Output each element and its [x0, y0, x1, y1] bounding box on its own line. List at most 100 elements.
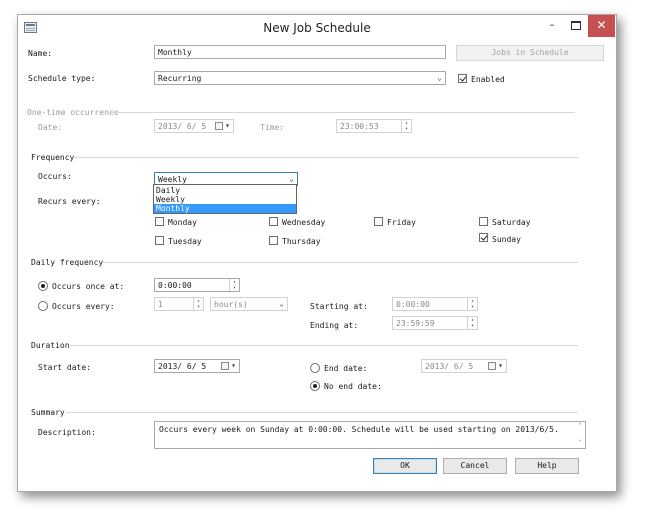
- ending-at-value: 23:59:59: [396, 319, 435, 328]
- one-time-time-label: Time:: [260, 123, 285, 132]
- chevron-down-icon: ▾: [225, 121, 230, 130]
- frequency-divider: [74, 157, 578, 158]
- description-textarea[interactable]: Occurs every week on Sunday at 0:00:00. …: [154, 421, 586, 449]
- minimize-button[interactable]: –: [539, 15, 565, 37]
- schedule-type-label: Schedule type:: [28, 74, 96, 83]
- duration-divider: [70, 345, 578, 346]
- end-date-value: 2013/ 6/ 5: [425, 362, 474, 371]
- occurs-dropdown-list: Daily Weekly Monthly: [153, 184, 297, 214]
- one-time-divider: [109, 112, 575, 113]
- tuesday-checkbox[interactable]: [155, 236, 164, 245]
- ending-at-input[interactable]: 23:59:59 ▴ ▾: [392, 316, 478, 330]
- jobs-in-schedule-button[interactable]: Jobs in Schedule: [456, 45, 604, 61]
- enabled-label: Enabled: [471, 75, 505, 84]
- spinner-icon: ▴ ▾: [193, 298, 203, 310]
- calendar-icon: [215, 122, 223, 130]
- name-input[interactable]: Monthly: [154, 45, 446, 59]
- occurs-every-interval-input[interactable]: 1 ▴ ▾: [154, 297, 204, 311]
- chevron-down-icon: ⌄: [279, 299, 284, 308]
- ok-button[interactable]: OK: [373, 458, 437, 474]
- schedule-type-value: Recurring: [158, 74, 202, 83]
- monday-checkbox[interactable]: [155, 217, 164, 226]
- one-time-date-label: Date:: [38, 123, 63, 132]
- one-time-time-value: 23:00:53: [340, 122, 379, 131]
- title-bar: New Job Schedule – ✕: [18, 15, 616, 43]
- minimize-icon: –: [549, 18, 555, 31]
- name-label: Name:: [28, 49, 53, 58]
- occurs-every-label: Occurs every:: [52, 302, 115, 311]
- no-end-date-label: No end date:: [324, 382, 382, 391]
- daily-frequency-header: Daily frequency: [31, 258, 104, 267]
- start-date-label: Start date:: [38, 363, 91, 372]
- chevron-down-icon: ⌄: [289, 174, 294, 183]
- occurs-every-unit-value: hour(s): [214, 300, 248, 309]
- recurs-every-label: Recurs every:: [38, 197, 101, 206]
- calendar-icon: [488, 362, 496, 370]
- calendar-icon: [221, 362, 229, 370]
- description-text: Occurs every week on Sunday at 0:00:00. …: [159, 425, 559, 434]
- description-label: Description:: [38, 428, 96, 437]
- friday-checkbox[interactable]: [374, 217, 383, 226]
- thursday-checkbox[interactable]: [269, 236, 278, 245]
- schedule-type-select[interactable]: Recurring ⌄: [154, 71, 446, 85]
- end-date-label: End date:: [324, 364, 368, 373]
- occurs-once-time-input[interactable]: 0:00:00 ▴ ▾: [154, 278, 240, 292]
- spinner-icon: ▴ ▾: [229, 279, 239, 291]
- thursday-label: Thursday: [282, 237, 321, 246]
- starting-at-label: Starting at:: [310, 302, 368, 311]
- summary-header: Summary: [31, 408, 65, 417]
- sunday-label: Sunday: [492, 235, 521, 244]
- summary-divider: [66, 412, 578, 413]
- occurs-value: Weekly: [158, 175, 187, 184]
- cancel-button[interactable]: Cancel: [443, 458, 507, 474]
- one-time-occurrence-header: One-time occurrence: [27, 108, 119, 117]
- wednesday-checkbox[interactable]: [269, 217, 278, 226]
- starting-at-value: 0:00:00: [396, 300, 430, 309]
- saturday-label: Saturday: [492, 218, 531, 227]
- occurs-every-interval-value: 1: [158, 300, 163, 309]
- chevron-down-icon: ▾: [231, 361, 236, 370]
- friday-label: Friday: [387, 218, 416, 227]
- monday-label: Monday: [168, 218, 197, 227]
- occurs-once-time-value: 0:00:00: [158, 281, 192, 290]
- daily-frequency-divider: [102, 262, 578, 263]
- sunday-checkbox[interactable]: [479, 233, 488, 242]
- occurs-label: Occurs:: [38, 172, 72, 181]
- start-date-input[interactable]: 2013/ 6/ 5 ▾: [154, 359, 240, 373]
- no-end-date-radio[interactable]: [310, 381, 320, 391]
- spinner-icon: ▴ ▾: [467, 298, 477, 310]
- window-title: New Job Schedule: [263, 21, 371, 35]
- saturday-checkbox[interactable]: [479, 217, 488, 226]
- one-time-date-value: 2013/ 6/ 5: [158, 122, 207, 131]
- enabled-checkbox[interactable]: [458, 74, 467, 83]
- end-date-input[interactable]: 2013/ 6/ 5 ▾: [421, 359, 507, 373]
- ending-at-label: Ending at:: [310, 321, 359, 330]
- occurs-every-unit-select[interactable]: hour(s) ⌄: [210, 297, 288, 311]
- tuesday-label: Tuesday: [168, 237, 202, 246]
- start-date-value: 2013/ 6/ 5: [158, 362, 207, 371]
- occurs-once-label: Occurs once at:: [52, 282, 125, 291]
- maximize-icon: [571, 21, 581, 30]
- dropdown-option-daily[interactable]: Daily: [154, 186, 296, 195]
- close-button[interactable]: ✕: [588, 15, 615, 37]
- help-button[interactable]: Help: [515, 458, 579, 474]
- duration-header: Duration: [31, 341, 70, 350]
- close-icon: ✕: [596, 18, 607, 32]
- maximize-button[interactable]: [563, 15, 589, 37]
- occurs-every-radio[interactable]: [38, 301, 48, 311]
- spinner-icon: ▴ ▾: [467, 317, 477, 329]
- new-job-schedule-dialog: New Job Schedule – ✕ Name: Monthly Jobs …: [17, 14, 617, 492]
- spinner-icon: ▴ ▾: [401, 120, 411, 132]
- wednesday-label: Wednesday: [282, 218, 326, 227]
- one-time-time-input[interactable]: 23:00:53 ▴ ▾: [336, 119, 412, 133]
- description-scrollbar[interactable]: ⌃ ⌄: [575, 422, 585, 448]
- chevron-down-icon: ⌄: [437, 73, 442, 82]
- frequency-header: Frequency: [31, 153, 75, 162]
- end-date-radio[interactable]: [310, 363, 320, 373]
- occurs-once-radio[interactable]: [38, 281, 48, 291]
- chevron-down-icon: ▾: [498, 361, 503, 370]
- dropdown-option-weekly[interactable]: Weekly: [154, 195, 296, 204]
- starting-at-input[interactable]: 0:00:00 ▴ ▾: [392, 297, 478, 311]
- one-time-date-input[interactable]: 2013/ 6/ 5 ▾: [154, 119, 234, 133]
- dropdown-option-monthly[interactable]: Monthly: [154, 204, 296, 213]
